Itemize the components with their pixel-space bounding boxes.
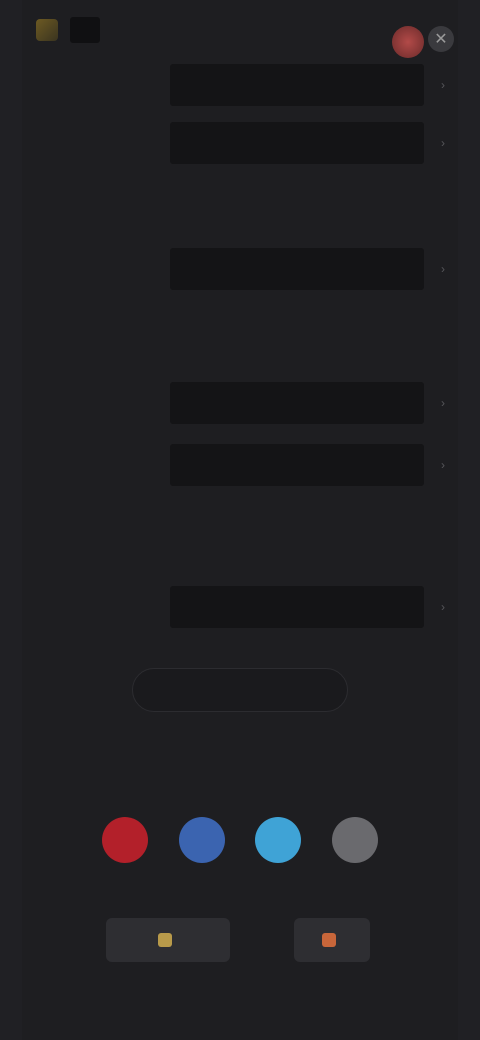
- row-field[interactable]: [170, 382, 424, 424]
- app-store-links: [22, 918, 458, 974]
- cta-button[interactable]: [132, 668, 348, 712]
- chevron-right-icon: ›: [441, 262, 445, 276]
- header: ✕: [22, 0, 458, 64]
- row-field[interactable]: [170, 64, 424, 106]
- row-field[interactable]: [170, 586, 424, 628]
- menu-row-3[interactable]: ›: [22, 242, 458, 296]
- chevron-right-icon: ›: [441, 458, 445, 472]
- menu-row-6[interactable]: ›: [22, 580, 458, 634]
- menu-row-5[interactable]: ›: [22, 438, 458, 492]
- menu-row-1[interactable]: ›: [22, 58, 458, 112]
- row-field[interactable]: [170, 122, 424, 164]
- logo-badge: [70, 17, 100, 43]
- menu-panel: ✕ › › › › › ›: [22, 0, 458, 1040]
- close-icon: ✕: [434, 31, 448, 48]
- twitter-button[interactable]: [255, 817, 302, 863]
- menu-row-2[interactable]: ›: [22, 116, 458, 170]
- store-icon: [158, 933, 172, 947]
- store-icon: [322, 933, 336, 947]
- email-button[interactable]: [331, 817, 378, 863]
- chevron-right-icon: ›: [441, 600, 445, 614]
- youtube-button[interactable]: [102, 817, 148, 863]
- menu-row-4[interactable]: ›: [22, 376, 458, 430]
- row-field[interactable]: [170, 248, 424, 290]
- avatar[interactable]: [392, 26, 424, 58]
- close-button[interactable]: ✕: [428, 26, 454, 52]
- row-field[interactable]: [170, 444, 424, 486]
- store-button-2[interactable]: [294, 918, 370, 962]
- left-edge: [0, 0, 22, 1040]
- logo[interactable]: [36, 12, 146, 48]
- chevron-right-icon: ›: [441, 136, 445, 150]
- facebook-button[interactable]: [178, 817, 225, 863]
- chevron-right-icon: ›: [441, 78, 445, 92]
- logo-mark-icon: [36, 19, 58, 41]
- right-edge: [458, 0, 480, 1040]
- social-links: [102, 812, 378, 868]
- chevron-right-icon: ›: [441, 396, 445, 410]
- store-button-1[interactable]: [106, 918, 230, 962]
